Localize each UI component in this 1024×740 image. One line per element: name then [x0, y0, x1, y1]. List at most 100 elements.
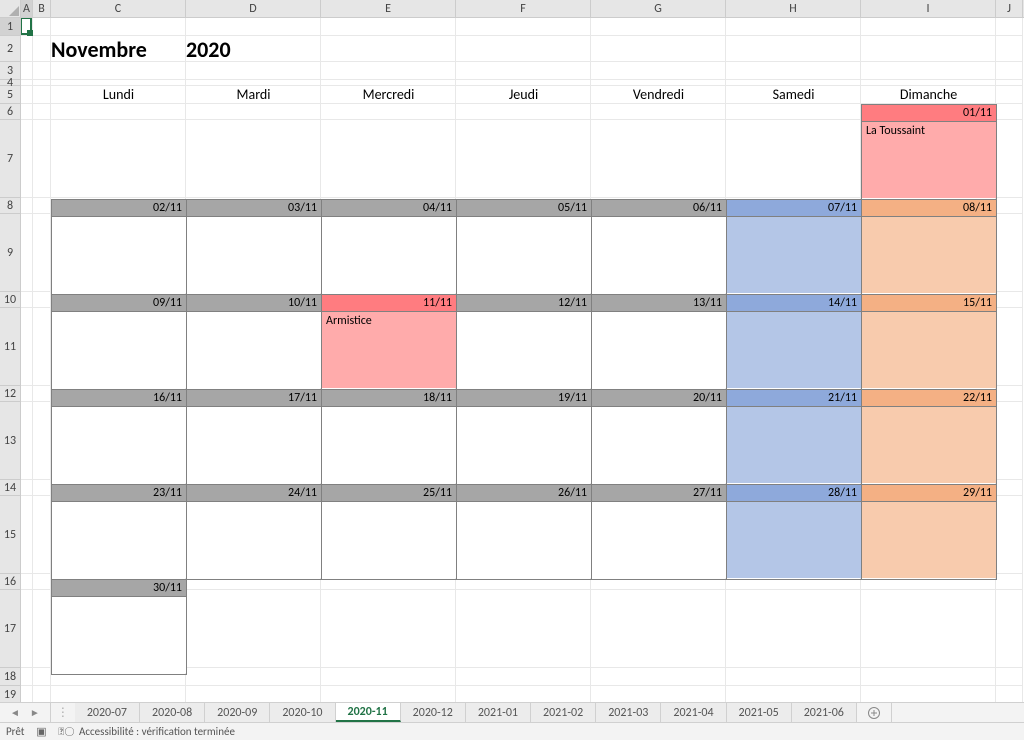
calendar-date[interactable]: 17/11 — [187, 390, 321, 406]
calendar-cell[interactable] — [592, 502, 726, 578]
calendar-date[interactable]: 03/11 — [187, 200, 321, 216]
sheet-tab[interactable]: 2021-03 — [596, 703, 661, 722]
calendar-cell[interactable] — [727, 502, 861, 578]
tab-nav-buttons[interactable]: ◄ ► — [0, 703, 51, 722]
calendar-date[interactable]: 06/11 — [592, 200, 726, 216]
calendar-cell[interactable] — [727, 312, 861, 388]
sheet-tab[interactable]: 2020-11 — [336, 703, 401, 722]
calendar-date[interactable]: 18/11 — [322, 390, 456, 406]
calendar-date[interactable]: 16/11 — [52, 390, 186, 406]
calendar-date[interactable]: 20/11 — [592, 390, 726, 406]
calendar-date[interactable]: 07/11 — [727, 200, 861, 216]
sheet-tab[interactable]: 2020-09 — [205, 703, 270, 722]
calendar-date[interactable]: 02/11 — [52, 200, 186, 216]
row-header-5[interactable]: 5 — [0, 86, 20, 104]
column-header-C[interactable]: C — [51, 0, 186, 17]
calendar-date[interactable]: 27/11 — [592, 485, 726, 501]
row-header-13[interactable]: 13 — [0, 402, 20, 480]
calendar-date[interactable]: 01/11 — [862, 105, 996, 121]
row-header-8[interactable]: 8 — [0, 198, 20, 214]
calendar-cell[interactable] — [862, 312, 996, 388]
sheet-tab[interactable]: 2021-05 — [727, 703, 792, 722]
row-header-10[interactable]: 10 — [0, 292, 20, 308]
row-header-9[interactable]: 9 — [0, 214, 20, 292]
calendar-cell[interactable]: La Toussaint — [862, 122, 996, 198]
calendar-cell[interactable] — [52, 407, 186, 483]
calendar-cell[interactable] — [727, 407, 861, 483]
calendar-date[interactable]: 14/11 — [727, 295, 861, 311]
add-sheet-button[interactable] — [857, 703, 892, 722]
row-header-18[interactable]: 18 — [0, 668, 20, 686]
calendar-cell[interactable] — [52, 502, 186, 578]
sheet-tab[interactable]: 2021-06 — [792, 703, 857, 722]
select-all-button[interactable] — [0, 0, 21, 18]
sheet-tab[interactable]: 2020-12 — [401, 703, 466, 722]
sheet-tab[interactable]: 2021-04 — [661, 703, 726, 722]
calendar-date[interactable]: 08/11 — [862, 200, 996, 216]
column-header-B[interactable]: B — [33, 0, 51, 17]
calendar-date[interactable]: 10/11 — [187, 295, 321, 311]
calendar-cell[interactable] — [727, 217, 861, 293]
calendar-cell[interactable] — [457, 217, 591, 293]
calendar-date[interactable]: 05/11 — [457, 200, 591, 216]
calendar-date[interactable]: 28/11 — [727, 485, 861, 501]
calendar-cell[interactable] — [322, 217, 456, 293]
row-header-15[interactable]: 15 — [0, 496, 20, 574]
column-header-G[interactable]: G — [591, 0, 726, 17]
worksheet-area[interactable]: Novembre 2020 LundiMardiMercrediJeudiVen… — [21, 18, 1024, 702]
row-header-11[interactable]: 11 — [0, 308, 20, 386]
calendar-cell[interactable] — [52, 217, 186, 293]
calendar-cell[interactable] — [457, 312, 591, 388]
row-header-14[interactable]: 14 — [0, 480, 20, 496]
calendar-date[interactable]: 25/11 — [322, 485, 456, 501]
accessibility-status[interactable]: ✚⃝Accessibilité : vérification terminée — [58, 725, 234, 738]
column-header-E[interactable]: E — [321, 0, 456, 17]
column-header-D[interactable]: D — [186, 0, 321, 17]
sheet-tab[interactable]: 2020-07 — [75, 703, 140, 722]
calendar-cell[interactable] — [592, 407, 726, 483]
calendar-date[interactable]: 09/11 — [52, 295, 186, 311]
calendar-cell[interactable] — [592, 312, 726, 388]
column-header-J[interactable]: J — [996, 0, 1023, 17]
sheet-tab[interactable]: 2021-02 — [531, 703, 596, 722]
calendar-date[interactable]: 15/11 — [862, 295, 996, 311]
tab-prev-icon[interactable]: ◄ — [10, 706, 20, 719]
calendar-cell[interactable] — [322, 502, 456, 578]
row-header-6[interactable]: 6 — [0, 104, 20, 120]
calendar-date[interactable]: 29/11 — [862, 485, 996, 501]
calendar-cell[interactable] — [322, 407, 456, 483]
column-header-A[interactable]: A — [21, 0, 33, 17]
calendar-date[interactable]: 11/11 — [322, 295, 456, 311]
sheet-tab[interactable]: 2021-01 — [466, 703, 531, 722]
column-header-H[interactable]: H — [726, 0, 861, 17]
calendar-date[interactable]: 04/11 — [322, 200, 456, 216]
calendar-date[interactable]: 22/11 — [862, 390, 996, 406]
calendar-cell[interactable] — [187, 312, 321, 388]
calendar-date[interactable]: 13/11 — [592, 295, 726, 311]
row-header-7[interactable]: 7 — [0, 120, 20, 198]
calendar-cell[interactable] — [862, 217, 996, 293]
calendar-date[interactable]: 24/11 — [187, 485, 321, 501]
macro-record-icon[interactable]: ▣ — [34, 725, 48, 738]
calendar-date[interactable]: 30/11 — [52, 580, 186, 596]
calendar-cell[interactable] — [862, 502, 996, 578]
row-header-2[interactable]: 2 — [0, 36, 20, 62]
row-header-1[interactable]: 1 — [0, 18, 20, 36]
calendar-date[interactable]: 23/11 — [52, 485, 186, 501]
calendar-cell[interactable] — [187, 407, 321, 483]
calendar-cell[interactable] — [187, 502, 321, 578]
calendar-date[interactable]: 26/11 — [457, 485, 591, 501]
calendar-cell[interactable] — [592, 217, 726, 293]
row-header-16[interactable]: 16 — [0, 574, 20, 590]
calendar-date[interactable]: 12/11 — [457, 295, 591, 311]
row-header-12[interactable]: 12 — [0, 386, 20, 402]
sheet-tab[interactable]: 2020-08 — [140, 703, 205, 722]
tab-next-icon[interactable]: ► — [30, 706, 40, 719]
calendar-date[interactable]: 21/11 — [727, 390, 861, 406]
calendar-cell[interactable] — [187, 217, 321, 293]
calendar-date[interactable]: 19/11 — [457, 390, 591, 406]
calendar-cell[interactable] — [862, 407, 996, 483]
calendar-cell[interactable] — [457, 502, 591, 578]
sheet-tab[interactable]: 2020-10 — [270, 703, 335, 722]
calendar-cell[interactable] — [52, 312, 186, 388]
